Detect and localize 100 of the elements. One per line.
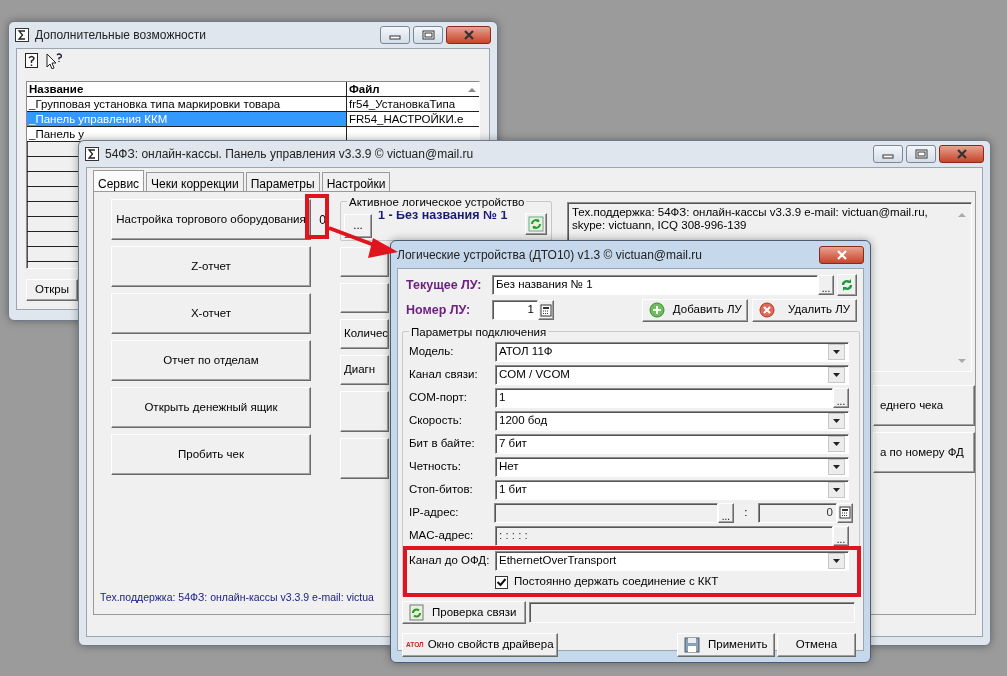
table-cell[interactable]: FR54_НАСТРОЙКИ.е bbox=[347, 112, 471, 126]
column-header[interactable]: Файл bbox=[347, 82, 471, 96]
dropdown-field[interactable]: Нет bbox=[495, 456, 849, 477]
action-button[interactable]: X-отчет bbox=[111, 293, 311, 334]
maximize-button[interactable] bbox=[413, 26, 443, 44]
cancel-button[interactable]: Отмена bbox=[777, 633, 856, 657]
delete-button[interactable]: Удалить ЛУ bbox=[751, 298, 857, 322]
close-button[interactable] bbox=[939, 145, 984, 163]
number-field[interactable]: 1 bbox=[492, 300, 538, 320]
dropdown-arrow-icon[interactable] bbox=[832, 348, 841, 355]
minimize-button[interactable] bbox=[873, 145, 903, 163]
action-button[interactable]: еднего чека bbox=[873, 385, 975, 426]
browse-button[interactable]: ... bbox=[818, 275, 834, 295]
action-button[interactable]: Открыть денежный ящик bbox=[111, 387, 311, 428]
refresh-button[interactable] bbox=[524, 213, 547, 235]
field-label: Скорость: bbox=[409, 412, 463, 428]
action-button[interactable]: Z-отчет bbox=[111, 246, 311, 287]
table-cell[interactable]: fr54_УстановкаТипа bbox=[347, 97, 471, 111]
text-field[interactable]: 1 bbox=[495, 387, 833, 408]
action-button[interactable]: а по номеру ФД bbox=[873, 432, 975, 473]
field-label: Номер ЛУ: bbox=[406, 301, 472, 319]
refresh-button[interactable] bbox=[837, 274, 857, 296]
maximize-icon bbox=[421, 30, 435, 40]
tab[interactable]: Настройки bbox=[321, 172, 391, 191]
field-label: Канал до ОФД: bbox=[409, 552, 491, 568]
dropdown-field[interactable]: АТОЛ 11Ф bbox=[495, 341, 849, 362]
checkbox[interactable] bbox=[495, 575, 508, 589]
dropdown-arrow-icon[interactable] bbox=[832, 371, 841, 378]
dropdown-field[interactable]: 1200 бод bbox=[495, 410, 849, 431]
field-label: Четность: bbox=[409, 458, 462, 474]
refresh-icon bbox=[527, 216, 544, 232]
maximize-button[interactable] bbox=[906, 145, 936, 163]
minimize-button[interactable] bbox=[380, 26, 410, 44]
field-label: IP-адрес: bbox=[409, 504, 460, 520]
action-button[interactable]: Настройка торгового оборудования bbox=[111, 199, 311, 240]
add-button[interactable]: Добавить ЛУ bbox=[641, 298, 748, 322]
dropdown-arrow-icon[interactable] bbox=[832, 417, 841, 424]
tab[interactable]: Параметры bbox=[245, 172, 320, 191]
window-title: Логические устройства (ДТО10) v1.3 © victuan@mail.ru bbox=[397, 246, 702, 264]
field-label: COM-порт: bbox=[409, 389, 468, 405]
window-title: 54ФЗ: онлайн-кассы. Панель управления v3.3.9 © victuan@mail.ru bbox=[105, 146, 474, 163]
dropdown-arrow-icon[interactable] bbox=[832, 440, 841, 447]
dropdown-field[interactable]: 7 бит bbox=[495, 433, 849, 454]
highlight-frame bbox=[305, 194, 329, 239]
pointer-help-icon[interactable] bbox=[46, 53, 62, 69]
support-text: Тех.поддержка: 54ФЗ: онлайн-кассы v3.3.9 e-mail: victuan@mail.ru, skype: victuann, ICQ 308-996-139 bbox=[571, 206, 929, 232]
sigma-icon bbox=[85, 147, 99, 161]
refresh-icon bbox=[840, 278, 854, 292]
device-name-field[interactable]: Без названия № 1 bbox=[492, 275, 818, 295]
table-cell[interactable]: _Групповая установка типа маркировки товара bbox=[27, 97, 347, 111]
dropdown-arrow-icon[interactable] bbox=[832, 463, 841, 470]
checkbox-label: Постоянно держать соединение с ККТ bbox=[514, 574, 719, 590]
browse-button[interactable]: ... bbox=[833, 387, 849, 408]
close-button[interactable] bbox=[446, 26, 491, 44]
dropdown-field[interactable]: 1 бит bbox=[495, 479, 849, 500]
help-icon[interactable] bbox=[25, 53, 38, 68]
field-label: MAC-адрес: bbox=[409, 527, 475, 543]
check-connection-button[interactable]: Проверка связи bbox=[402, 601, 526, 624]
window-title: Дополнительные возможности bbox=[35, 27, 206, 44]
action-button[interactable]: Пробить чек bbox=[111, 434, 311, 475]
scroll-up-arrow-icon[interactable] bbox=[467, 86, 477, 94]
separator-label: : bbox=[743, 504, 749, 520]
maximize-icon bbox=[914, 149, 928, 159]
blank-button[interactable] bbox=[340, 438, 389, 479]
refresh-icon bbox=[409, 604, 424, 621]
dropdown-field[interactable]: COM / VCOM bbox=[495, 364, 849, 385]
support-footer: Тех.поддержка: 54ФЗ: онлайн-кассы v3.3.9 e-mail: victua bbox=[100, 590, 374, 606]
column-header[interactable]: Название bbox=[27, 82, 347, 96]
close-icon bbox=[835, 249, 848, 260]
field-label: Стоп-битов: bbox=[409, 481, 474, 497]
browse-button[interactable]: ... bbox=[344, 214, 372, 238]
apply-button[interactable]: Применить bbox=[677, 633, 775, 657]
dropdown-arrow-icon[interactable] bbox=[832, 557, 841, 564]
close-icon bbox=[955, 149, 968, 159]
blank-button[interactable] bbox=[340, 283, 389, 313]
dropdown-field[interactable]: EthernetOverTransport bbox=[495, 550, 849, 571]
field-label: Канал связи: bbox=[409, 366, 479, 382]
tab[interactable]: Сервис bbox=[93, 170, 145, 192]
sigma-icon bbox=[15, 28, 29, 42]
calculator-button[interactable] bbox=[837, 502, 853, 523]
blank-button[interactable] bbox=[340, 391, 389, 432]
field-label: Текущее ЛУ: bbox=[406, 276, 483, 294]
open-button[interactable]: Откры bbox=[26, 279, 78, 301]
action-button[interactable]: Диагн bbox=[340, 355, 389, 385]
action-button[interactable]: Количес bbox=[340, 319, 389, 349]
calculator-icon bbox=[839, 506, 851, 519]
save-icon bbox=[684, 637, 700, 653]
close-icon bbox=[462, 30, 475, 40]
dropdown-arrow-icon[interactable] bbox=[832, 486, 841, 493]
calculator-icon bbox=[539, 303, 552, 317]
counter-label: 0 bbox=[318, 211, 327, 229]
field-label: Модель: bbox=[409, 343, 455, 359]
action-button[interactable]: Отчет по отделам bbox=[111, 340, 311, 381]
check-icon bbox=[496, 577, 507, 587]
plus-icon bbox=[648, 302, 665, 318]
tab[interactable]: Чеки коррекции bbox=[146, 172, 244, 191]
field-label: Бит в байте: bbox=[409, 435, 476, 451]
delete-icon bbox=[758, 302, 775, 318]
annotation-arrow bbox=[328, 226, 398, 258]
close-button[interactable] bbox=[819, 245, 864, 264]
